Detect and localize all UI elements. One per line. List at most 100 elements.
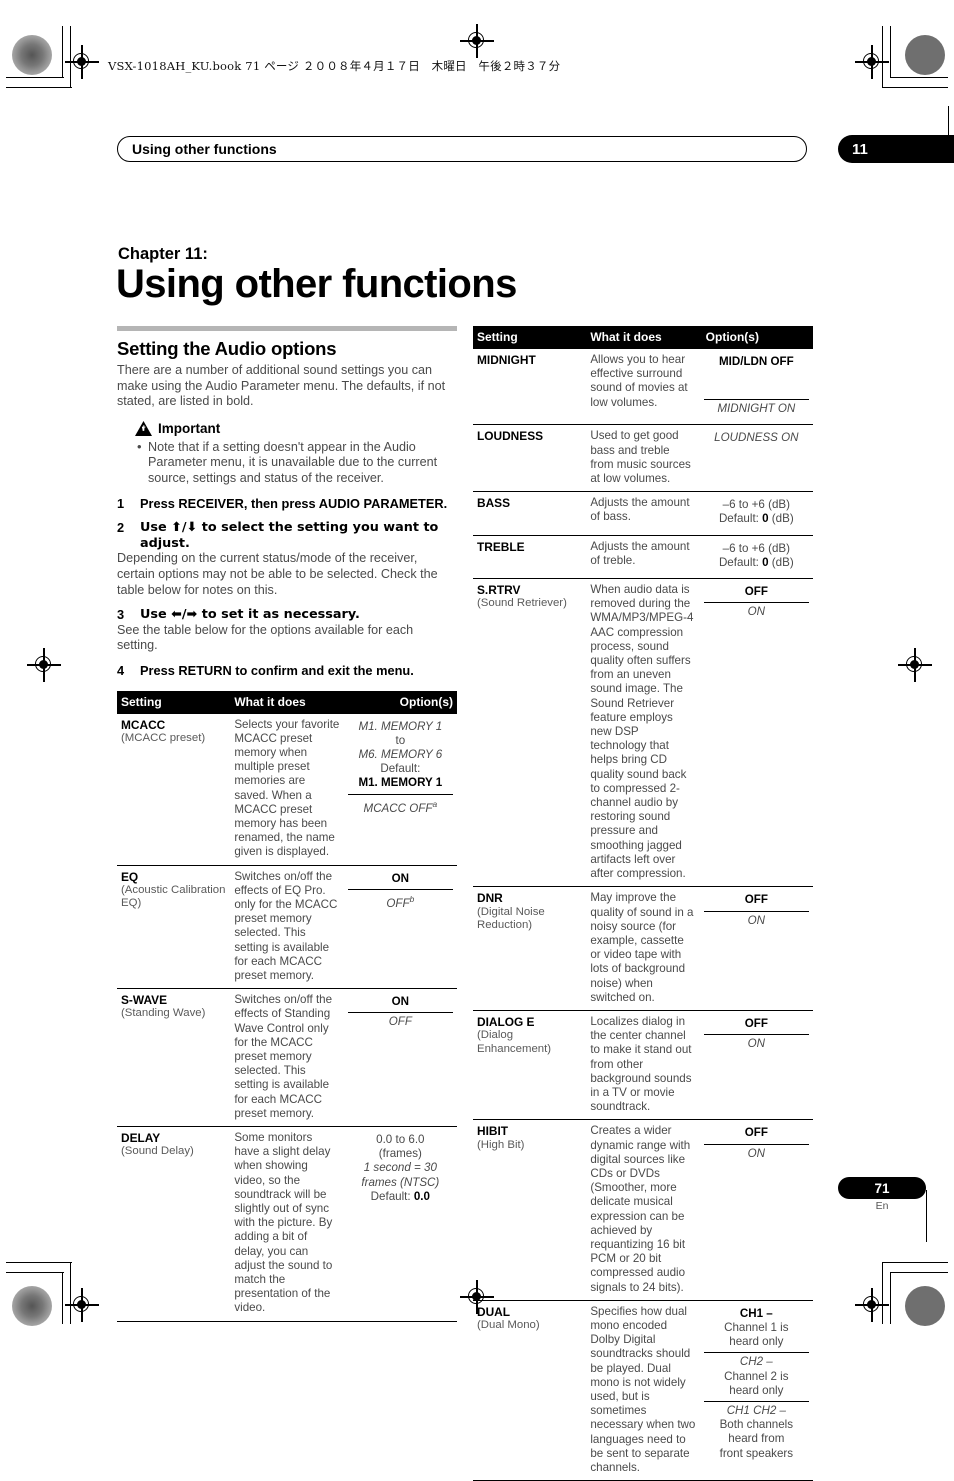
crop-mark-br-h2 bbox=[882, 1262, 948, 1264]
cell-setting: S-WAVE (Standing Wave) bbox=[117, 988, 231, 1127]
cell-setting: MIDNIGHT bbox=[473, 347, 587, 425]
crop-mark-br-v bbox=[890, 1272, 892, 1324]
cell-options: –6 to +6 (dB) Default: 0 (dB) bbox=[699, 491, 813, 536]
option-line: ON bbox=[391, 995, 410, 1009]
setting-subtitle: (Sound Delay) bbox=[121, 1145, 194, 1158]
option-line: heard from bbox=[728, 1432, 785, 1446]
cell-description: Allows you to hear effective surround so… bbox=[586, 347, 700, 425]
option-line: MIDNIGHT ON bbox=[717, 402, 796, 416]
halftone-dot-tr bbox=[905, 35, 945, 75]
step-number: 3 bbox=[117, 607, 125, 623]
setting-name: MCACC bbox=[121, 717, 166, 732]
crop-mark-tl-v bbox=[62, 26, 64, 78]
option-block: OFF bbox=[704, 891, 809, 910]
cell-description: Localizes dialog in the center channel t… bbox=[586, 1009, 700, 1120]
cell-description: Used to get good bass and treble from mu… bbox=[586, 424, 700, 492]
left-column: Setting the Audio options There are a nu… bbox=[117, 326, 457, 1322]
cell-description: Switches on/off the effects of EQ Pro. o… bbox=[230, 864, 344, 989]
option-line: Both channels bbox=[719, 1418, 794, 1432]
option-line: heard only bbox=[729, 1383, 784, 1397]
important-bullet-list: Note that if a setting doesn't appear in… bbox=[135, 439, 457, 487]
page-language-code: En bbox=[875, 1200, 889, 1212]
option-line: Default: 0.0 bbox=[370, 1189, 430, 1203]
crop-mark-bl-h bbox=[6, 1272, 64, 1274]
setting-name: EQ bbox=[121, 869, 139, 884]
cell-options: LOUDNESS ON bbox=[699, 424, 813, 492]
option-block: OFF bbox=[704, 583, 809, 602]
crop-mark-br-h bbox=[890, 1272, 948, 1274]
option-line: OFFb bbox=[386, 893, 415, 910]
option-block: CH1 – Channel 1 is heard only bbox=[704, 1305, 809, 1353]
setting-name: S-WAVE bbox=[121, 993, 168, 1008]
audio-options-table-right: Setting What it does Option(s) MIDNIGHT A… bbox=[473, 326, 813, 1481]
option-line: to bbox=[395, 733, 406, 747]
option-block: CH2 – Channel 2 is heard only bbox=[703, 1352, 809, 1401]
chapter-number-label: 11 bbox=[852, 140, 868, 158]
crop-mark-tr-v bbox=[890, 26, 892, 78]
col-header-options: Option(s) bbox=[343, 690, 457, 713]
step-title: Press RETURN to confirm and exit the men… bbox=[140, 662, 414, 678]
step-1: 1 Press RECEIVER, then press AUDIO PARAME… bbox=[117, 496, 457, 512]
registration-mark-top-right bbox=[855, 45, 889, 79]
registration-mark-bottom-right bbox=[855, 1288, 889, 1322]
cell-setting: TREBLE bbox=[473, 534, 587, 579]
table-header-row: Setting What it does Option(s) bbox=[117, 690, 457, 713]
cell-options: OFF ON bbox=[699, 578, 813, 887]
cell-description: Selects your favorite MCACC preset memor… bbox=[230, 712, 344, 866]
option-block: ON bbox=[348, 870, 453, 889]
table-row: EQ (Acoustic Calibration EQ) Switches on/o… bbox=[117, 864, 457, 989]
cell-options: MID/LDN OFF MIDNIGHT ON bbox=[699, 347, 813, 425]
option-block: MIDNIGHT ON bbox=[703, 399, 809, 419]
cell-setting: MCACC (MCACC preset) bbox=[117, 712, 231, 866]
step-description: See the table below for the options avai… bbox=[117, 622, 414, 653]
step-title: Press RECEIVER, then press AUDIO PARAMET… bbox=[140, 495, 448, 511]
table-body-left: MCACC (MCACC preset) Selects your favorite… bbox=[117, 712, 457, 1322]
col-header-what-it-does: What it does bbox=[586, 326, 700, 349]
option-line: M1. MEMORY 1 bbox=[358, 719, 443, 733]
registration-mark-left-middle bbox=[27, 648, 61, 682]
option-line: ON bbox=[747, 1146, 766, 1160]
option-line: 0.0 to 6.0 bbox=[376, 1132, 425, 1146]
table-row: DUAL (Dual Mono) Specifies how dual mono e… bbox=[473, 1299, 813, 1481]
setting-subtitle: (Sound Retriever) bbox=[477, 597, 567, 610]
audio-options-table-left: Setting What it does Option(s) MCACC (MCA… bbox=[117, 690, 457, 1322]
step-title: Use ⬅/➡ to set it as necessary. bbox=[140, 607, 360, 623]
option-block: OFF bbox=[704, 1015, 809, 1034]
cell-options: ON OFFb bbox=[343, 864, 457, 989]
setting-subtitle: (High Bit) bbox=[477, 1138, 525, 1151]
option-block: MID/LDN OFF bbox=[704, 353, 809, 399]
step-title: Use ⬆/⬇ to select the setting you want t… bbox=[140, 520, 439, 551]
cell-setting: HIBIT (High Bit) bbox=[473, 1119, 587, 1301]
option-block: –6 to +6 (dB) Default: 0 (dB) bbox=[704, 540, 809, 573]
cell-setting: DUAL (Dual Mono) bbox=[473, 1299, 587, 1481]
option-block: ON bbox=[348, 993, 453, 1012]
option-block: 0.0 to 6.0 (frames) 1 second = 30 frames (N… bbox=[348, 1131, 453, 1207]
page-number-label: 71 bbox=[874, 1180, 890, 1196]
halftone-dot-tl bbox=[12, 35, 52, 75]
table-row: MCACC (MCACC preset) Selects your favorite… bbox=[117, 712, 457, 866]
option-line: (frames) bbox=[378, 1147, 422, 1161]
setting-name: HIBIT bbox=[477, 1124, 509, 1139]
chapter-number-badge: 11 bbox=[838, 135, 954, 163]
option-line: front speakers bbox=[719, 1446, 794, 1460]
cell-options: OFF ON bbox=[699, 1119, 813, 1301]
option-line: CH1 CH2 – bbox=[726, 1404, 786, 1417]
option-block: ON bbox=[703, 1143, 809, 1164]
option-block: MCACC OFFa bbox=[347, 793, 453, 819]
option-line: OFF bbox=[388, 1015, 412, 1029]
step-4: 4 Press RETURN to confirm and exit the me… bbox=[117, 663, 457, 679]
option-line: Default: 0 (dB) bbox=[718, 555, 794, 569]
halftone-dot-bl bbox=[12, 1286, 52, 1326]
important-note: Important Note that if a setting doesn't… bbox=[135, 420, 457, 487]
option-line: MCACC OFFa bbox=[363, 798, 438, 815]
cell-options: CH1 – Channel 1 is heard only CH2 – Channel … bbox=[699, 1299, 813, 1481]
cell-setting: DNR (Digital Noise Reduction) bbox=[473, 886, 587, 1011]
col-header-what-it-does: What it does bbox=[230, 690, 344, 713]
cell-description: Some monitors have a slight delay when s… bbox=[230, 1125, 344, 1322]
cell-setting: DIALOG E (Dialog Enhancement) bbox=[473, 1009, 587, 1120]
table-row: TREBLE Adjusts the amount of treble. –6 to… bbox=[473, 534, 813, 579]
table-body-right: MIDNIGHT Allows you to hear effective sur… bbox=[473, 347, 813, 1481]
setting-subtitle: (Acoustic Calibration EQ) bbox=[121, 883, 226, 910]
option-line: LOUDNESS ON bbox=[714, 431, 799, 445]
option-line: OFF bbox=[744, 893, 768, 907]
